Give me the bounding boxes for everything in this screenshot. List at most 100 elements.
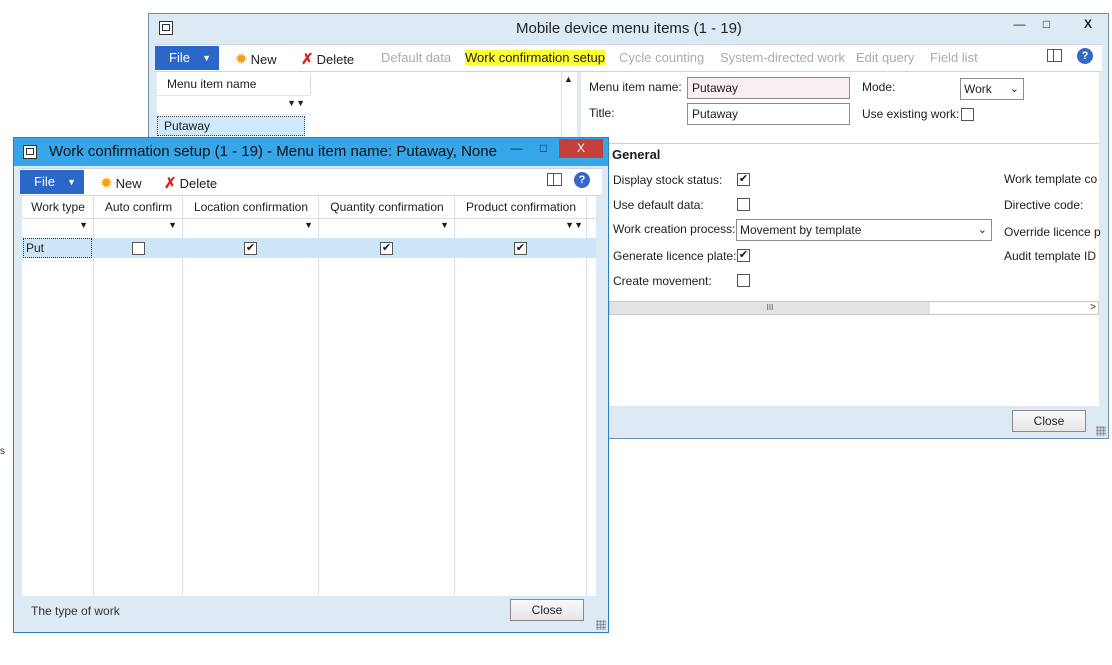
work-template-code-label: Work template co xyxy=(1004,172,1098,186)
location-confirmation-checkbox[interactable]: ✔ xyxy=(244,242,257,255)
filter-dropdown-icon[interactable]: ▼▼ xyxy=(287,98,305,108)
menu-item-name-label: Menu item name: xyxy=(589,80,682,94)
default-data-button[interactable]: Default data xyxy=(381,50,451,65)
table-row[interactable]: Put ✔ ✔ ✔ xyxy=(22,238,596,258)
filter-dropdown-icon[interactable]: ▼ xyxy=(319,220,449,236)
help-icon[interactable]: ? xyxy=(574,172,590,188)
delete-button[interactable]: ✗ Delete xyxy=(164,174,217,192)
display-stock-status-checkbox[interactable]: ✔ xyxy=(737,173,750,186)
file-menu-button[interactable]: File ▼ xyxy=(155,46,219,70)
column-header[interactable]: Work type xyxy=(22,196,94,218)
minimize-button[interactable]: — xyxy=(1006,15,1033,34)
details-pane: Menu item name: Putaway Title: Putaway M… xyxy=(581,72,1101,414)
column-header[interactable]: Location confirmation xyxy=(183,196,319,218)
generate-licence-plate-checkbox[interactable]: ✔ xyxy=(737,249,750,262)
title-label: Title: xyxy=(589,106,615,120)
file-label: File xyxy=(34,174,55,189)
ribbon: File ▼ ✹ New ✗ Delete Default data Work con… xyxy=(155,44,1102,72)
delete-label: Delete xyxy=(179,176,218,191)
scroll-up-icon[interactable]: ▲ xyxy=(564,74,573,84)
generate-licence-plate-label: Generate licence plate: xyxy=(613,249,737,263)
title-field[interactable]: Putaway xyxy=(687,103,850,125)
header-divider xyxy=(22,218,596,219)
window-title: Work confirmation setup (1 - 19) - Menu … xyxy=(49,143,497,160)
stray-text: s xyxy=(0,446,5,457)
display-stock-status-label: Display stock status: xyxy=(613,173,723,187)
new-label: New xyxy=(250,52,277,67)
menu-item-name-field[interactable]: Putaway xyxy=(687,77,850,99)
filter-row: ▼▼ xyxy=(157,98,311,115)
chevron-down-icon: ▼ xyxy=(202,53,211,63)
delete-label: Delete xyxy=(316,52,355,67)
red-x-icon: ✗ xyxy=(164,175,177,192)
panel-icon[interactable] xyxy=(547,173,562,186)
work-creation-process-value: Movement by template xyxy=(740,223,862,237)
use-existing-work-label: Use existing work: xyxy=(862,107,960,121)
quantity-confirmation-checkbox[interactable]: ✔ xyxy=(380,242,393,255)
horizontal-scrollbar[interactable]: III > xyxy=(609,301,1099,315)
general-section-title[interactable]: General xyxy=(612,147,660,162)
close-window-button[interactable]: X xyxy=(1069,15,1107,34)
column-header[interactable]: Auto confirm xyxy=(94,196,183,218)
sun-icon: ✹ xyxy=(100,175,113,192)
red-x-icon: ✗ xyxy=(301,51,314,68)
filter-dropdown-icon[interactable]: ▼▼ xyxy=(455,220,583,236)
minimize-button[interactable]: — xyxy=(503,139,530,158)
filter-dropdown-icon[interactable]: ▼ xyxy=(22,220,88,236)
filter-dropdown-icon[interactable]: ▼ xyxy=(94,220,177,236)
chevron-down-icon: ⌄ xyxy=(977,224,987,236)
field-list-button[interactable]: Field list xyxy=(930,50,978,65)
work-confirmation-setup-button[interactable]: Work confirmation setup xyxy=(465,50,605,65)
column-header-menu-item-name[interactable]: Menu item name xyxy=(157,74,311,96)
mode-value: Work xyxy=(964,82,992,96)
panel-icon[interactable] xyxy=(1047,49,1062,62)
use-default-data-checkbox[interactable] xyxy=(737,198,750,211)
help-icon[interactable]: ? xyxy=(1077,48,1093,64)
directive-code-label: Directive code: xyxy=(1004,198,1084,212)
filter-dropdown-icon[interactable]: ▼ xyxy=(183,220,313,236)
new-button[interactable]: ✹ New xyxy=(100,174,142,192)
use-default-data-label: Use default data: xyxy=(613,198,704,212)
ribbon: File ▼ ✹ New ✗ Delete ? xyxy=(20,168,602,196)
close-window-button[interactable]: X xyxy=(559,139,603,158)
resize-grip-icon[interactable] xyxy=(596,620,606,630)
mode-select[interactable]: Work ⌄ xyxy=(960,78,1024,100)
work-confirmation-grid: Work type Auto confirm Location confirma… xyxy=(22,196,596,596)
window-title: Mobile device menu items (1 - 19) xyxy=(516,20,742,37)
column-header[interactable]: Quantity confirmation xyxy=(319,196,455,218)
column-header[interactable]: Product confirmation xyxy=(455,196,587,218)
maximize-button[interactable]: □ xyxy=(1033,15,1060,34)
delete-button[interactable]: ✗ Delete xyxy=(301,50,354,68)
system-directed-work-button[interactable]: System-directed work xyxy=(720,50,845,65)
audit-template-id-label: Audit template ID xyxy=(1004,249,1097,263)
resize-grip-icon[interactable] xyxy=(1096,426,1106,436)
use-existing-work-checkbox[interactable] xyxy=(961,108,974,121)
cycle-counting-button[interactable]: Cycle counting xyxy=(619,50,704,65)
auto-confirm-checkbox[interactable] xyxy=(132,242,145,255)
scroll-right-icon[interactable]: > xyxy=(1090,302,1096,314)
work-creation-process-select[interactable]: Movement by template ⌄ xyxy=(736,219,992,241)
section-divider xyxy=(609,143,1099,144)
close-button[interactable]: Close xyxy=(1012,410,1086,432)
close-button[interactable]: Close xyxy=(510,599,584,621)
list-item[interactable]: Putaway xyxy=(157,116,305,136)
title-bar[interactable]: Mobile device menu items (1 - 19) — □ X xyxy=(149,14,1108,44)
create-movement-checkbox[interactable] xyxy=(737,274,750,287)
app-icon xyxy=(159,21,173,35)
edit-query-button[interactable]: Edit query xyxy=(856,50,915,65)
scrollbar-thumb[interactable]: III xyxy=(610,302,930,314)
create-movement-label: Create movement: xyxy=(613,274,712,288)
file-menu-button[interactable]: File ▼ xyxy=(20,170,84,194)
chevron-down-icon: ▼ xyxy=(67,177,76,187)
title-bar[interactable]: Work confirmation setup (1 - 19) - Menu … xyxy=(14,138,608,166)
new-label: New xyxy=(115,176,142,191)
file-label: File xyxy=(169,50,190,65)
work-type-cell[interactable]: Put xyxy=(23,238,92,258)
new-button[interactable]: ✹ New xyxy=(235,50,277,68)
product-confirmation-checkbox[interactable]: ✔ xyxy=(514,242,527,255)
app-icon xyxy=(23,145,37,159)
maximize-button[interactable]: □ xyxy=(530,139,557,158)
chevron-down-icon: ⌄ xyxy=(1009,83,1019,95)
work-confirmation-setup-window: Work confirmation setup (1 - 19) - Menu … xyxy=(13,137,609,633)
work-creation-process-label: Work creation process: xyxy=(613,222,736,236)
